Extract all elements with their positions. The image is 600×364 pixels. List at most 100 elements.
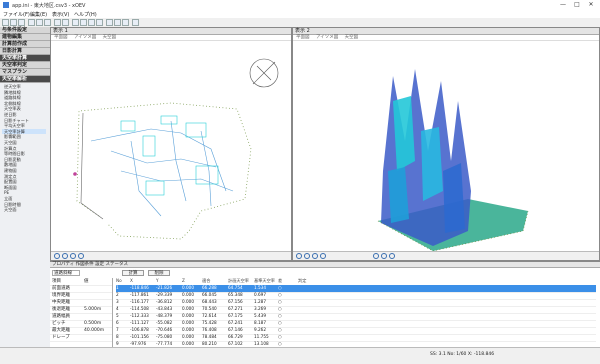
sidebar-item[interactable]: 建物図: [4, 168, 17, 173]
sidebar-item[interactable]: 天空面: [4, 207, 17, 212]
view-side-icon[interactable]: [381, 253, 387, 259]
plan-drawing[interactable]: [51, 41, 291, 253]
view-front-icon[interactable]: [373, 253, 379, 259]
sidebar-item[interactable]: 平均天空率: [4, 123, 25, 128]
copy-icon[interactable]: [36, 19, 43, 26]
zoom-in-icon[interactable]: [62, 253, 68, 259]
column-header[interactable]: No: [116, 278, 122, 284]
sidebar-item[interactable]: 天空率表: [4, 106, 21, 111]
table-icon[interactable]: [122, 19, 129, 26]
chart-icon[interactable]: [114, 19, 121, 26]
sidebar-item[interactable]: 逆日影: [4, 112, 17, 117]
menu-file[interactable]: ファイル(F): [3, 11, 30, 18]
table-cell: 67.241: [228, 320, 243, 325]
sidebar-section-sky-calc[interactable]: 天空率計算: [0, 55, 50, 62]
menu-view[interactable]: 表示(V): [52, 11, 69, 18]
minimize-button[interactable]: —: [556, 1, 570, 9]
menu-edit[interactable]: 編集(E): [30, 11, 47, 18]
table-cell: 70.540: [202, 306, 217, 311]
sidebar-item[interactable]: 配置図: [4, 179, 17, 184]
rotate-icon[interactable]: [312, 253, 318, 259]
sidebar-item[interactable]: 測定点: [4, 174, 17, 179]
undo-icon[interactable]: [54, 19, 61, 26]
property-row[interactable]: ドレープ: [50, 334, 112, 342]
isometric-drawing[interactable]: [293, 41, 599, 253]
save-icon[interactable]: [18, 19, 25, 26]
sidebar-section-conditions[interactable]: 与条件設定: [0, 27, 50, 34]
fit-icon-right[interactable]: [320, 253, 326, 259]
column-header[interactable]: X: [130, 278, 133, 284]
filter-select[interactable]: 道路斜線: [52, 270, 80, 276]
sidebar-item[interactable]: 逆天空率: [4, 84, 21, 89]
table-cell: ○: [278, 292, 282, 297]
grid-icon[interactable]: [80, 19, 87, 26]
sidebar-item[interactable]: 天空図: [4, 140, 17, 145]
close-button[interactable]: ✕: [584, 1, 598, 9]
zoom-out-icon[interactable]: [54, 253, 60, 259]
property-value[interactable]: 0.500m: [84, 320, 101, 327]
table-cell: 1: [116, 285, 119, 290]
pan-icon[interactable]: [70, 253, 76, 259]
sidebar-section-shadow[interactable]: 日影計算: [0, 48, 50, 55]
table-cell: 65.348: [228, 292, 243, 297]
sidebar-item[interactable]: 隣地斜線: [4, 90, 21, 95]
tab-sky-map[interactable]: 天空図: [103, 35, 117, 40]
status-bar: SS: 3.1 No: 1/60 X: -118.846: [0, 347, 600, 364]
sidebar-item[interactable]: 立面: [4, 196, 12, 201]
sidebar-item[interactable]: 日影チャート: [4, 118, 29, 123]
tab-plan[interactable]: 平面図: [54, 35, 68, 40]
view-top-icon[interactable]: [389, 253, 395, 259]
tab-isometric-right[interactable]: アイソメ図: [316, 35, 338, 40]
menu-help[interactable]: ヘルプ(H): [74, 11, 97, 18]
sidebar-item[interactable]: 断面図: [4, 185, 17, 190]
table-cell: 11.755: [254, 334, 269, 339]
zoom-in-icon-right[interactable]: [304, 253, 310, 259]
column-header[interactable]: 基準天空率: [254, 278, 275, 284]
cut-icon[interactable]: [28, 19, 35, 26]
redo-icon[interactable]: [62, 19, 69, 26]
column-header[interactable]: Z: [182, 278, 185, 284]
column-header[interactable]: 適合: [202, 278, 210, 284]
view-icon[interactable]: [96, 19, 103, 26]
line-icon[interactable]: [106, 19, 113, 26]
table-cell: -118.846: [130, 285, 149, 290]
properties-tabs[interactable]: プロパティ 作図条件 設定 ステータス: [50, 262, 600, 268]
sidebar-section-building[interactable]: 建物編集: [0, 34, 50, 41]
zoom-out-icon-right[interactable]: [296, 253, 302, 259]
settings-icon[interactable]: [132, 19, 139, 26]
fit-icon[interactable]: [78, 253, 84, 259]
isometric-view-panel: 表示 2 平面図 アイソメ図 天空図: [292, 27, 600, 261]
column-header[interactable]: 計画天空率: [228, 278, 249, 284]
property-value[interactable]: 40.000m: [84, 327, 104, 334]
sidebar-item[interactable]: 影響範囲: [4, 134, 21, 139]
property-value[interactable]: 5.000m: [84, 306, 101, 313]
sidebar-item[interactable]: 等時間日影: [4, 151, 25, 156]
sidebar-section-sky-judge[interactable]: 天空率判定: [0, 62, 50, 69]
sidebar-section-create[interactable]: 計算前作成: [0, 41, 50, 48]
sidebar-item[interactable]: 日影時間: [4, 202, 21, 207]
property-value[interactable]: 値: [84, 278, 89, 285]
column-header[interactable]: Y: [156, 278, 159, 284]
maximize-button[interactable]: □: [570, 1, 584, 9]
sidebar-section-sky-analysis[interactable]: 天空率解析: [0, 76, 50, 83]
sidebar-item[interactable]: 計算点: [4, 146, 17, 151]
sidebar-item[interactable]: 敷地図: [4, 162, 17, 167]
layer-icon[interactable]: [88, 19, 95, 26]
delete-button[interactable]: 削除: [148, 270, 170, 276]
paste-icon[interactable]: [44, 19, 51, 26]
zoom-icon[interactable]: [72, 19, 79, 26]
table-cell: 67.146: [228, 327, 243, 332]
new-icon[interactable]: [2, 19, 9, 26]
sidebar-item[interactable]: PE: [4, 190, 9, 195]
tab-plan-right[interactable]: 平面図: [296, 35, 310, 40]
tab-isometric[interactable]: アイソメ図: [74, 35, 96, 40]
sidebar-section-mass-plan[interactable]: マスプラン: [0, 69, 50, 76]
column-header[interactable]: 判定: [298, 278, 306, 284]
open-icon[interactable]: [10, 19, 17, 26]
property-key: 最大距離: [52, 328, 70, 333]
calc-button[interactable]: 計算: [122, 270, 144, 276]
tab-sky-map-right[interactable]: 天空図: [345, 35, 359, 40]
column-header[interactable]: 差: [278, 278, 282, 284]
table-cell: 0.000: [182, 327, 194, 332]
sidebar-item[interactable]: 道路斜線: [4, 95, 21, 100]
